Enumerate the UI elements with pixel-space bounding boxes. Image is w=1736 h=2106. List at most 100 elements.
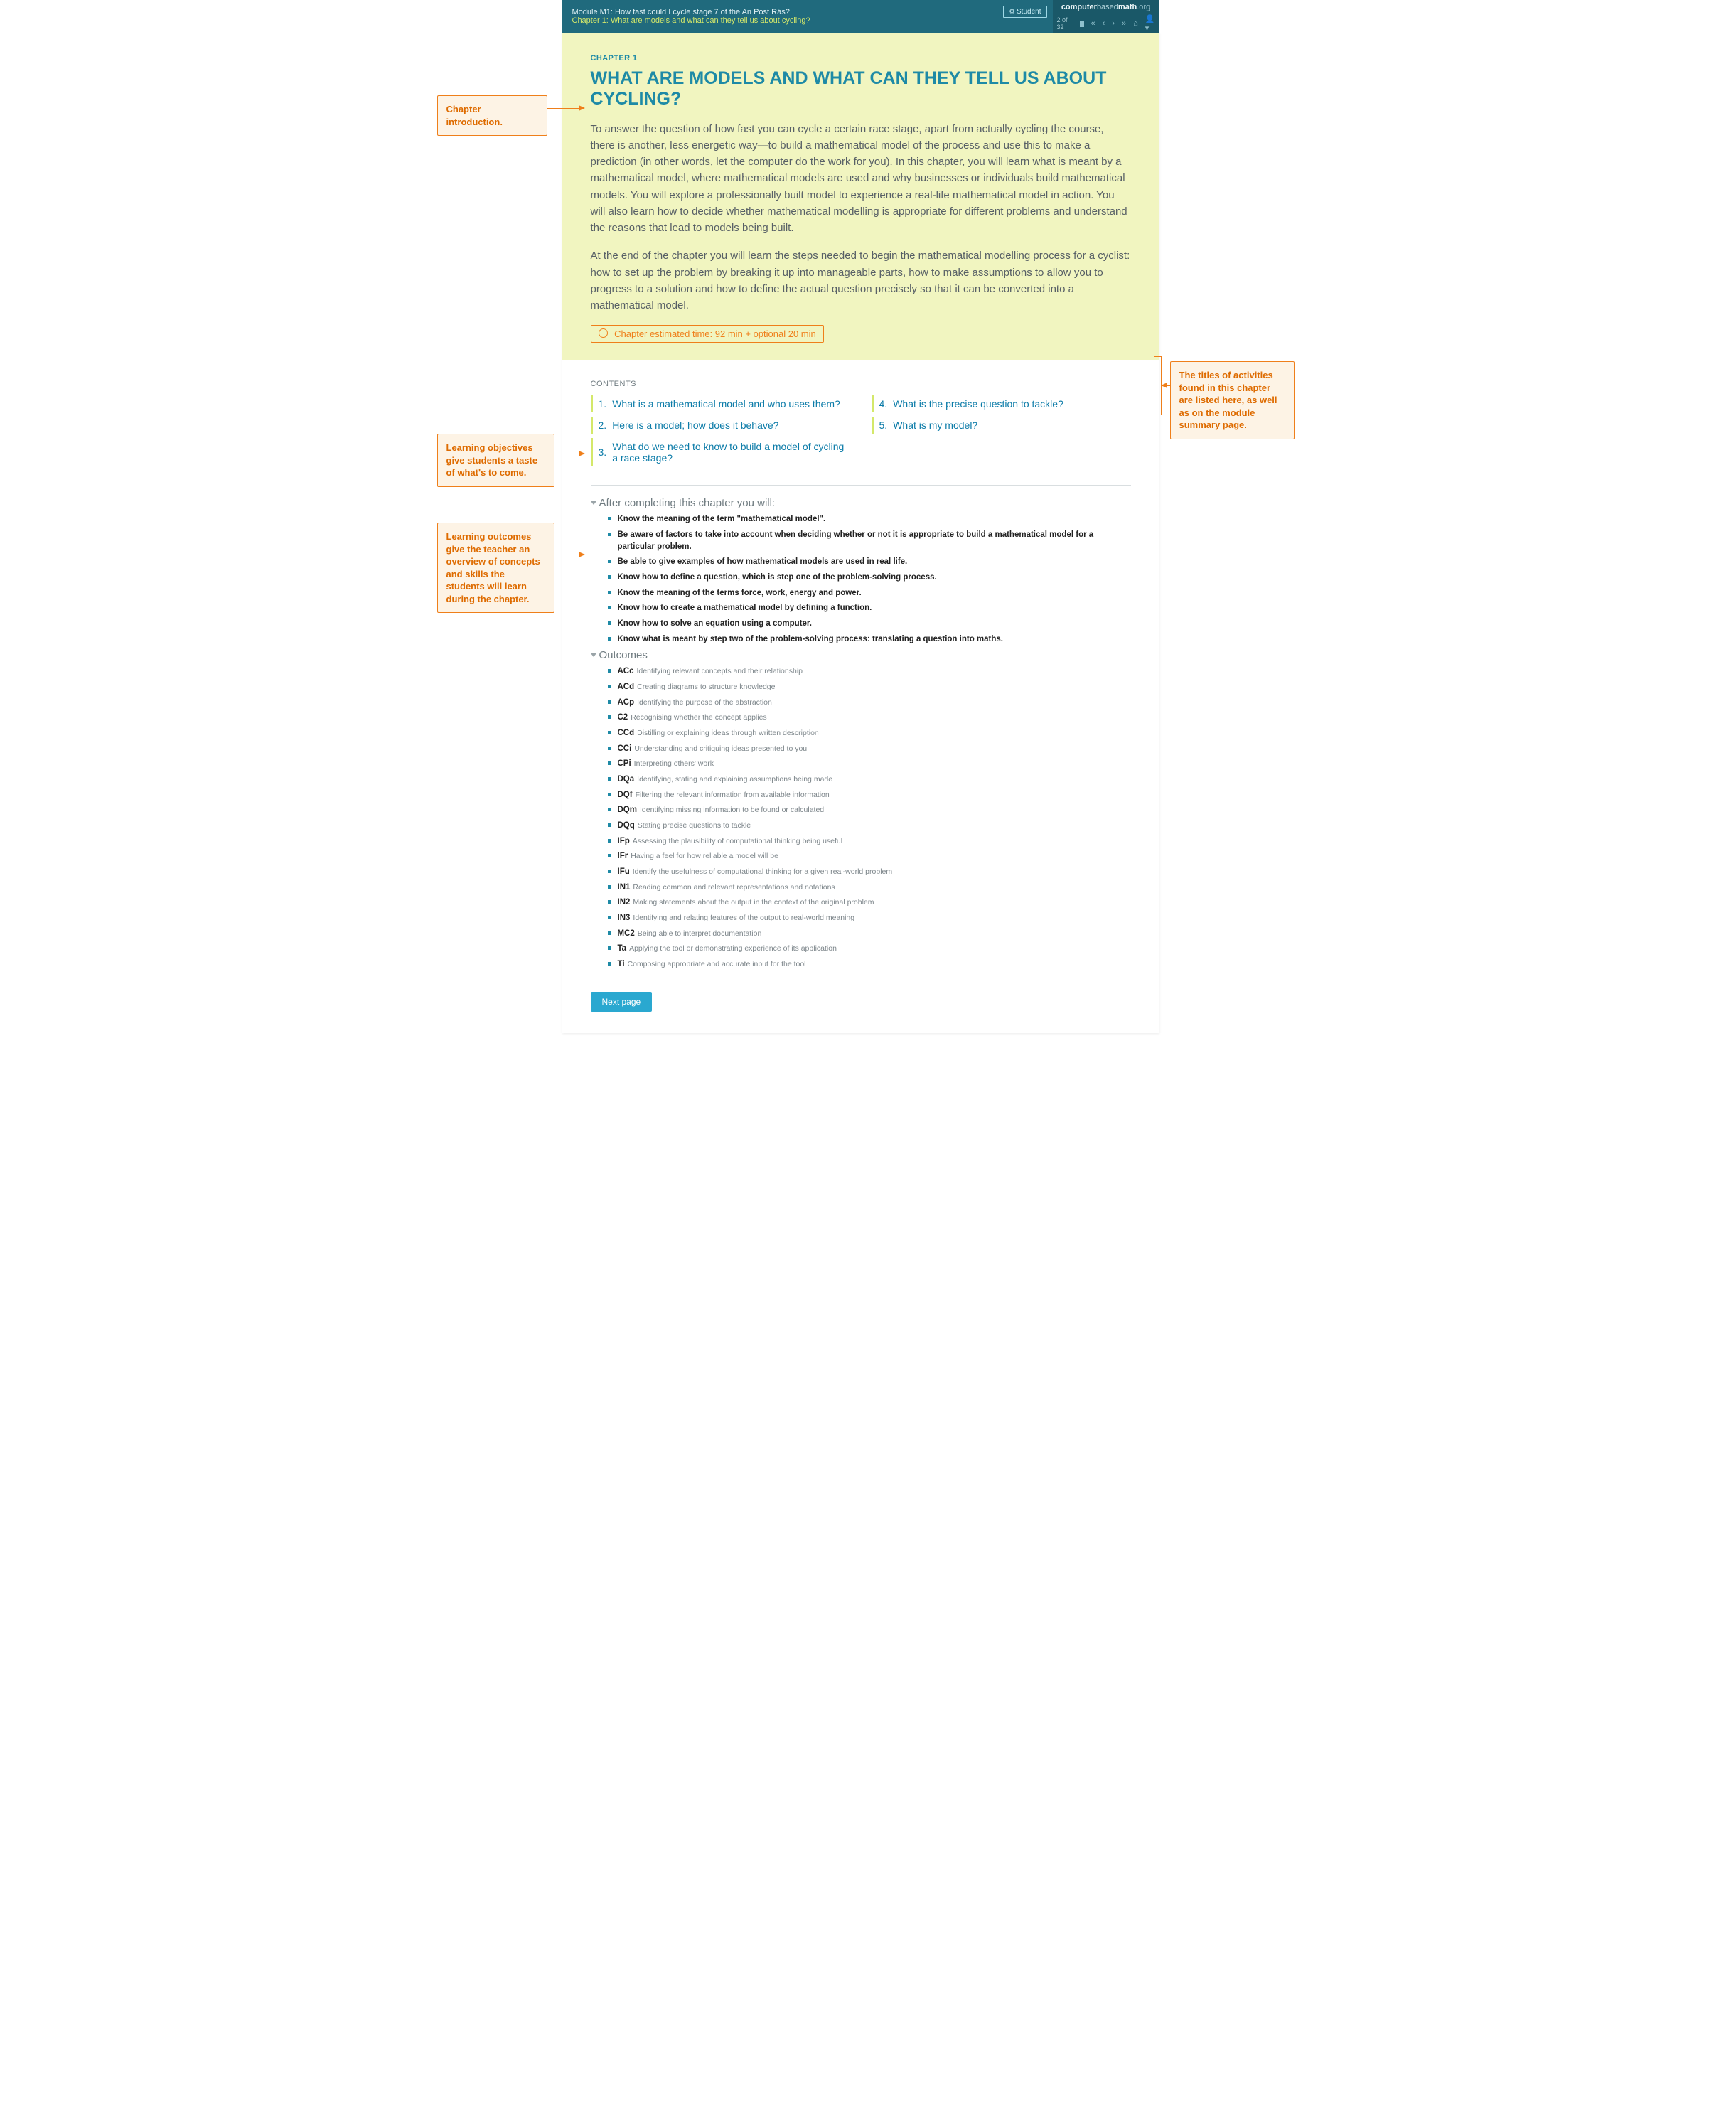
callout-intro: Chapter introduction. (437, 95, 547, 136)
outcome-description: Having a feel for how reliable a model w… (631, 852, 778, 860)
outcomes-heading[interactable]: Outcomes (591, 649, 1131, 661)
outcome-description: Reading common and relevant representati… (633, 883, 835, 892)
contents-item-title: What is the precise question to tackle? (893, 398, 1063, 410)
student-mode-button[interactable]: Student (1003, 6, 1046, 18)
header-titles: Module M1: How fast could I cycle stage … (562, 0, 1053, 33)
outcome-item: IN1Reading common and relevant represent… (608, 882, 1131, 894)
outcome-item: IN2Making statements about the output in… (608, 897, 1131, 909)
outcome-item: CPiInterpreting others' work (608, 758, 1131, 770)
outcome-item: ACcIdentifying relevant concepts and the… (608, 666, 1131, 678)
nav-first-icon[interactable]: « (1091, 19, 1095, 28)
outcome-description: Identify the usefulness of computational… (633, 867, 892, 876)
estimated-time-badge: Chapter estimated time: 92 min + optiona… (591, 325, 824, 343)
outcome-item: DQaIdentifying, stating and explaining a… (608, 774, 1131, 786)
header-right-panel: computerbasedmath.org 2 of 32 « ‹ › » ⌂ … (1053, 0, 1159, 33)
brand-part-4: .org (1137, 3, 1150, 11)
objective-item: Know what is meant by step two of the pr… (608, 634, 1131, 646)
outcome-code: IFp (618, 837, 630, 845)
outcome-code: Ta (618, 944, 627, 953)
nav-next-icon[interactable]: › (1112, 19, 1115, 28)
contents-item-number: 5. (879, 419, 888, 431)
brand-part-2: based (1097, 3, 1118, 11)
contents-item-title: Here is a model; how does it behave? (612, 419, 778, 431)
objective-item: Know how to create a mathematical model … (608, 602, 1131, 614)
nav-prev-icon[interactable]: ‹ (1103, 19, 1105, 28)
callout-objectives: Learning objectives give students a tast… (437, 434, 554, 487)
contents-item-number: 1. (599, 398, 607, 410)
objectives-heading[interactable]: After completing this chapter you will: (591, 497, 1131, 509)
outcome-item: DQmIdentifying missing information to be… (608, 804, 1131, 816)
user-menu-icon[interactable]: 👤▾ (1145, 14, 1155, 33)
chapter-number-label: CHAPTER 1 (591, 54, 1131, 63)
arrow-icon (547, 108, 584, 109)
outcome-item: CCdDistilling or explaining ideas throug… (608, 727, 1131, 739)
outcome-code: IN1 (618, 883, 631, 892)
objective-item: Be aware of factors to take into account… (608, 529, 1131, 552)
contents-item-title: What is a mathematical model and who use… (612, 398, 840, 410)
outcome-description: Distilling or explaining ideas through w… (637, 729, 819, 737)
outcome-description: Identifying the purpose of the abstracti… (637, 698, 772, 707)
outcome-code: DQa (618, 775, 635, 784)
contents-item[interactable]: 4. What is the precise question to tackle… (872, 395, 1131, 412)
page-indicator: 2 of 32 (1057, 16, 1070, 31)
outcome-code: Ti (618, 960, 625, 968)
divider (591, 485, 1131, 486)
outcome-description: Identifying missing information to be fo… (640, 806, 824, 814)
brand-part-3: math (1118, 3, 1137, 11)
outcome-code: DQm (618, 806, 637, 814)
outcome-code: DQf (618, 791, 633, 799)
outcomes-list: ACcIdentifying relevant concepts and the… (591, 666, 1131, 970)
contents-item-number: 3. (599, 447, 607, 458)
contents-item-title: What do we need to know to build a model… (612, 441, 844, 464)
chapter-hero: CHAPTER 1 WHAT ARE MODELS AND WHAT CAN T… (562, 33, 1159, 360)
objective-item: Know how to define a question, which is … (608, 572, 1131, 584)
intro-paragraph-1: To answer the question of how fast you c… (591, 121, 1131, 237)
outcome-item: IFrHaving a feel for how reliable a mode… (608, 850, 1131, 862)
outcome-code: CPi (618, 759, 631, 768)
outcome-code: ACc (618, 667, 634, 675)
grid-view-icon[interactable] (1080, 21, 1084, 27)
outcome-code: ACd (618, 683, 635, 691)
objectives-list: Know the meaning of the term "mathematic… (591, 513, 1131, 645)
outcome-code: IN3 (618, 914, 631, 922)
callout-outcomes: Learning outcomes give the teacher an ov… (437, 523, 554, 613)
outcome-description: Identifying, stating and explaining assu… (637, 775, 832, 784)
outcome-code: ACp (618, 698, 635, 707)
contents-item-number: 2. (599, 419, 607, 431)
contents-item-number: 4. (879, 398, 888, 410)
intro-paragraph-2: At the end of the chapter you will learn… (591, 247, 1131, 314)
contents-item[interactable]: 5.What is my model? (872, 417, 1131, 434)
outcome-item: IFpAssessing the plausibility of computa… (608, 835, 1131, 848)
objective-item: Know the meaning of the terms force, wor… (608, 587, 1131, 599)
outcome-description: Applying the tool or demonstrating exper… (629, 944, 837, 953)
outcome-description: Identifying relevant concepts and their … (637, 667, 803, 675)
outcome-description: Filtering the relevant information from … (636, 791, 830, 799)
outcome-item: TaApplying the tool or demonstrating exp… (608, 943, 1131, 955)
outcome-item: MC2Being able to interpret documentation (608, 928, 1131, 940)
outcomes-section: Outcomes ACcIdentifying relevant concept… (591, 649, 1131, 970)
top-header: Module M1: How fast could I cycle stage … (562, 0, 1159, 33)
header-nav-icons: 2 of 32 « ‹ › » ⌂ 👤▾ (1057, 14, 1155, 33)
outcome-description: Composing appropriate and accurate input… (628, 960, 806, 968)
home-icon[interactable]: ⌂ (1133, 19, 1138, 28)
nav-last-icon[interactable]: » (1122, 19, 1126, 28)
outcome-code: CCi (618, 744, 632, 753)
contents-item[interactable]: 3. What do we need to know to build a mod… (591, 438, 850, 466)
contents-item[interactable]: 1. What is a mathematical model and who u… (591, 395, 850, 412)
outcome-item: TiComposing appropriate and accurate inp… (608, 958, 1131, 971)
outcome-code: CCd (618, 729, 635, 737)
outcome-description: Identifying and relating features of the… (633, 914, 854, 922)
chapter-breadcrumb: Chapter 1: What are models and what can … (572, 16, 1043, 25)
contents-item[interactable]: 2. Here is a model; how does it behave? (591, 417, 850, 434)
arrow-connector (1162, 385, 1170, 386)
outcome-description: Understanding and critiquing ideas prese… (634, 744, 807, 753)
outcome-description: Recognising whether the concept applies (631, 713, 766, 722)
objective-item: Know the meaning of the term "mathematic… (608, 513, 1131, 525)
outcome-item: ACpIdentifying the purpose of the abstra… (608, 697, 1131, 709)
outcome-item: C2Recognising whether the concept applie… (608, 712, 1131, 724)
contents-list: 1. What is a mathematical model and who u… (591, 395, 1131, 466)
outcome-code: IN2 (618, 898, 631, 907)
outcome-item: IFuIdentify the usefulness of computatio… (608, 866, 1131, 878)
next-page-button[interactable]: Next page (591, 992, 653, 1012)
outcome-description: Stating precise questions to tackle (638, 821, 751, 830)
